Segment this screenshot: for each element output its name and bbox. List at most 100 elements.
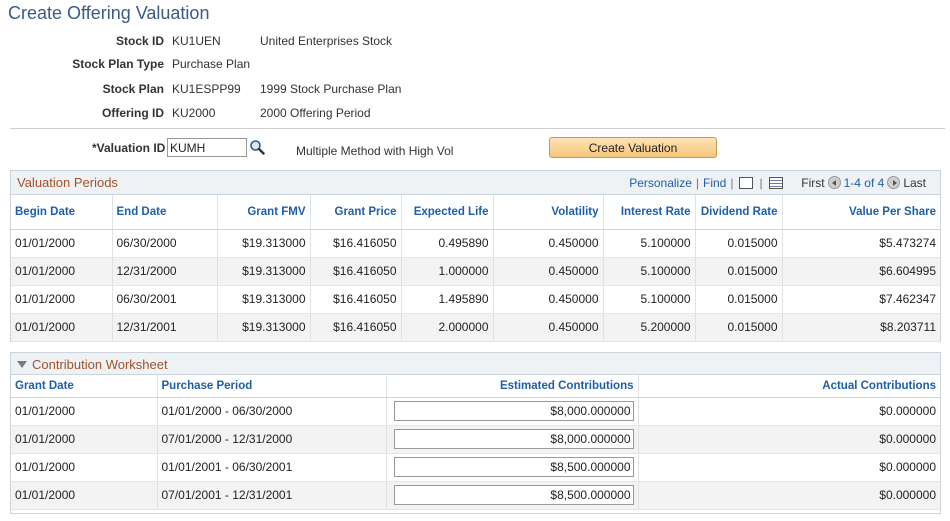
cell-value-per-share: $7.462347	[782, 285, 940, 314]
table-row: 01/01/2000 01/01/2001 - 06/30/2001 $0.00…	[11, 453, 940, 482]
cell-begin-date: 01/01/2000	[11, 313, 113, 342]
estimated-contribution-input[interactable]	[393, 457, 634, 477]
download-grid-icon[interactable]	[768, 177, 783, 189]
stock-plan-value: KU1ESPP99	[172, 82, 241, 96]
table-row: 01/01/2000 06/30/2000 $19.313000 $16.416…	[11, 229, 940, 258]
stock-id-desc: United Enterprises Stock	[260, 34, 393, 48]
cell-grant-fmv: $19.313000	[217, 257, 311, 286]
cell-grant-date: 01/01/2000	[11, 453, 158, 482]
stock-plan-label: Stock Plan	[102, 82, 164, 96]
cell-actual-contributions: $0.000000	[638, 481, 940, 510]
cell-grant-date: 01/01/2000	[11, 481, 158, 510]
cell-dividend-rate: 0.015000	[695, 285, 783, 314]
table-row: 01/01/2000 12/31/2000 $19.313000 $16.416…	[11, 257, 940, 286]
offering-id-value: KU2000	[172, 106, 216, 120]
cell-grant-fmv: $19.313000	[217, 313, 311, 342]
contribution-worksheet-header[interactable]: Contribution Worksheet	[11, 353, 940, 375]
last-label[interactable]: Last	[903, 176, 926, 190]
arrow-left-icon[interactable]	[827, 176, 841, 189]
table-row: 01/01/2000 07/01/2000 - 12/31/2000 $0.00…	[11, 425, 940, 454]
cell-begin-date: 01/01/2000	[11, 257, 113, 286]
cell-interest-rate: 5.100000	[603, 229, 696, 258]
valuation-id-label: *Valuation ID	[92, 141, 166, 155]
cell-begin-date: 01/01/2000	[11, 229, 113, 258]
create-valuation-button[interactable]: Create Valuation	[549, 137, 717, 158]
cell-value-per-share: $8.203711	[782, 313, 940, 342]
col-purchase-period[interactable]: Purchase Period	[157, 375, 387, 398]
col-volatility[interactable]: Volatility	[493, 195, 604, 230]
find-link[interactable]: Find	[703, 176, 726, 190]
table-header-row: Begin Date End Date Grant FMV Grant Pric…	[11, 195, 940, 230]
cell-value-per-share: $6.604995	[782, 257, 940, 286]
cell-expected-life: 0.495890	[401, 229, 494, 258]
cell-estimated-contributions	[386, 481, 639, 510]
stock-id-value: KU1UEN	[172, 34, 221, 48]
row-range: 1-4 of 4	[843, 176, 885, 190]
stock-plan-type-value: Purchase Plan	[172, 57, 251, 71]
stock-plan-desc: 1999 Stock Purchase Plan	[260, 82, 402, 96]
cell-purchase-period: 01/01/2001 - 06/30/2001	[157, 453, 387, 482]
offering-id-desc: 2000 Offering Period	[260, 106, 371, 120]
cell-grant-price: $16.416050	[310, 257, 402, 286]
cell-grant-fmv: $19.313000	[217, 229, 311, 258]
contribution-worksheet-title[interactable]: Contribution Worksheet	[32, 357, 168, 372]
grid-navigation: Personalize | Find | | First 1-4 of 4 Last	[629, 176, 926, 190]
table-header-row: Grant Date Purchase Period Estimated Con…	[11, 375, 940, 398]
cell-interest-rate: 5.100000	[603, 285, 696, 314]
stock-plan-type-label: Stock Plan Type	[72, 57, 164, 71]
view-all-icon[interactable]	[739, 177, 754, 189]
valuation-periods-header: Valuation Periods Personalize | Find | | Fir…	[11, 171, 940, 195]
cell-estimated-contributions	[386, 453, 639, 482]
cell-interest-rate: 5.200000	[603, 313, 696, 342]
arrow-right-icon[interactable]	[887, 176, 901, 189]
valuation-periods-table: Begin Date End Date Grant FMV Grant Pric…	[11, 195, 940, 342]
field-stock-id: Stock ID KU1UEN United Enterprises Stock	[0, 33, 950, 49]
col-begin-date[interactable]: Begin Date	[11, 195, 113, 230]
cell-end-date: 06/30/2000	[112, 229, 218, 258]
col-dividend-rate[interactable]: Dividend Rate	[695, 195, 783, 230]
field-stock-plan: Stock Plan KU1ESPP99 1999 Stock Purchase…	[0, 81, 950, 97]
col-estimated-contributions[interactable]: Estimated Contributions	[386, 375, 639, 398]
cell-volatility: 0.450000	[493, 313, 604, 342]
personalize-link[interactable]: Personalize	[629, 176, 692, 190]
estimated-contribution-input[interactable]	[393, 401, 634, 421]
cell-value-per-share: $5.473274	[782, 229, 940, 258]
cell-dividend-rate: 0.015000	[695, 313, 783, 342]
estimated-contribution-input[interactable]	[393, 429, 634, 449]
col-expected-life[interactable]: Expected Life	[401, 195, 494, 230]
cell-volatility: 0.450000	[493, 285, 604, 314]
stock-id-label: Stock ID	[115, 34, 164, 48]
cell-actual-contributions: $0.000000	[638, 397, 940, 426]
col-grant-price[interactable]: Grant Price	[310, 195, 402, 230]
cell-actual-contributions: $0.000000	[638, 453, 940, 482]
cell-begin-date: 01/01/2000	[11, 285, 113, 314]
contribution-table: Grant Date Purchase Period Estimated Con…	[11, 375, 940, 510]
collapse-triangle-icon[interactable]	[17, 361, 27, 368]
first-label[interactable]: First	[801, 176, 824, 190]
table-row: 01/01/2000 01/01/2000 - 06/30/2000 $0.00…	[11, 397, 940, 426]
cell-purchase-period: 07/01/2001 - 12/31/2001	[157, 481, 387, 510]
cell-dividend-rate: 0.015000	[695, 257, 783, 286]
col-grant-fmv[interactable]: Grant FMV	[217, 195, 311, 230]
section-divider	[10, 128, 945, 129]
col-interest-rate[interactable]: Interest Rate	[603, 195, 696, 230]
col-value-per-share[interactable]: Value Per Share	[782, 195, 940, 230]
cell-estimated-contributions	[386, 397, 639, 426]
col-actual-contributions[interactable]: Actual Contributions	[638, 375, 940, 398]
valuation-id-desc: Multiple Method with High Vol	[296, 144, 454, 158]
cell-end-date: 12/31/2001	[112, 313, 218, 342]
page-title: Create Offering Valuation	[8, 3, 210, 23]
table-row: 01/01/2000 07/01/2001 - 12/31/2001 $0.00…	[11, 481, 940, 510]
col-grant-date[interactable]: Grant Date	[11, 375, 158, 398]
magnifier-icon[interactable]	[249, 139, 265, 155]
cell-volatility: 0.450000	[493, 257, 604, 286]
contribution-worksheet-grid: Contribution Worksheet Grant Date Purcha…	[10, 352, 941, 514]
col-end-date[interactable]: End Date	[112, 195, 218, 230]
table-row: 01/01/2000 12/31/2001 $19.313000 $16.416…	[11, 313, 940, 342]
cell-actual-contributions: $0.000000	[638, 425, 940, 454]
cell-end-date: 12/31/2000	[112, 257, 218, 286]
valuation-id-input[interactable]	[167, 138, 247, 157]
field-offering-id: Offering ID KU2000 2000 Offering Period	[0, 105, 950, 121]
table-row: 01/01/2000 06/30/2001 $19.313000 $16.416…	[11, 285, 940, 314]
estimated-contribution-input[interactable]	[393, 485, 634, 505]
